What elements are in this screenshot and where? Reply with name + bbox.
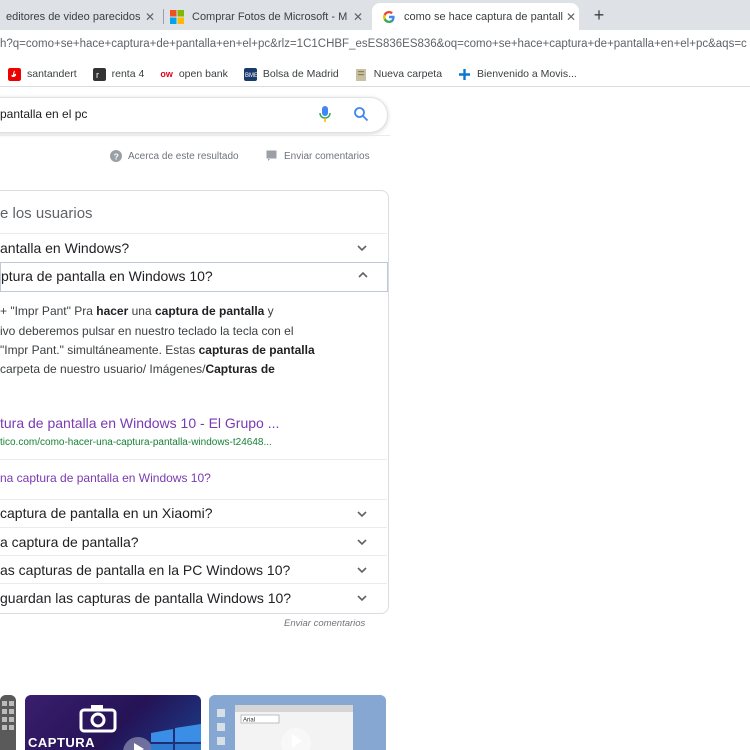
video-thumbnail[interactable]: CAPTURA — [25, 695, 201, 750]
chevron-down-icon — [357, 245, 367, 252]
close-icon[interactable]: ✕ — [350, 10, 366, 24]
video-thumbnail[interactable] — [0, 695, 16, 750]
bookmark-openbank[interactable]: ow open bank — [160, 68, 228, 80]
question-row[interactable]: as capturas de pantalla en la PC Windows… — [0, 555, 387, 584]
svg-text:BME: BME — [245, 73, 257, 79]
google-icon — [383, 10, 395, 23]
question-row-expanded[interactable]: ptura de pantalla en Windows 10? — [0, 262, 388, 292]
search-bar-divider — [0, 135, 390, 136]
movistar-icon — [459, 68, 471, 80]
camera-icon — [79, 705, 117, 733]
svg-text:?: ? — [114, 151, 119, 161]
windows-logo-icon — [151, 724, 201, 750]
search-more-link[interactable]: na captura de pantalla en Windows 10? — [0, 471, 211, 485]
url-text[interactable]: h?q=como+se+hace+captura+de+pantalla+en+… — [0, 38, 747, 50]
send-feedback-link[interactable]: Enviar comentarios — [284, 151, 370, 162]
chevron-down-icon — [357, 595, 367, 602]
microphone-icon[interactable] — [318, 105, 332, 123]
new-tab-button[interactable]: + — [590, 4, 608, 26]
help-icon: ? — [110, 150, 122, 162]
answer-line: + "Impr Pant" Pra hacer una captura de p… — [0, 304, 274, 318]
tab-captura-pantalla[interactable]: como se hace captura de pantalla ✕ — [372, 3, 579, 30]
bookmark-bolsa-madrid[interactable]: BME Bolsa de Madrid — [243, 67, 339, 81]
folder-icon — [355, 68, 366, 81]
bookmark-movistar[interactable]: Bienvenido a Movis... — [458, 68, 577, 81]
answer-line: "Impr Pant." simultáneamente. Estas capt… — [0, 343, 315, 357]
people-also-ask-heading: e los usuarios — [0, 205, 93, 222]
about-result-link[interactable]: Acerca de este resultado — [128, 151, 239, 162]
tab-video-editors[interactable]: editores de video parecidos a ✕ — [0, 3, 158, 30]
search-input[interactable]: pantalla en el pc — [0, 107, 87, 121]
renta4-icon: r — [92, 67, 106, 81]
question-row[interactable]: antalla en Windows? — [0, 233, 387, 262]
video-thumbnail[interactable]: Arial — [209, 695, 386, 750]
result-url[interactable]: tico.com/como-hacer-una-captura-pantalla… — [0, 437, 272, 448]
tab-divider — [163, 9, 164, 24]
feedback-icon — [266, 150, 277, 161]
question-row[interactable]: guardan las capturas de pantalla Windows… — [0, 583, 387, 612]
bookmark-nueva-carpeta[interactable]: Nueva carpeta — [355, 68, 442, 81]
tab-microsoft-photos[interactable]: Comprar Fotos de Microsoft - M ✕ — [170, 3, 366, 30]
bookmark-santander[interactable]: santandert — [8, 67, 77, 81]
svg-text:r: r — [96, 70, 99, 80]
answer-line: ivo deberemos pulsar en nuestro teclado … — [0, 324, 294, 338]
divider — [0, 459, 387, 460]
close-icon[interactable]: ✕ — [142, 10, 158, 24]
question-row[interactable]: a captura de pantalla? — [0, 527, 387, 556]
chevron-down-icon — [357, 539, 367, 546]
result-title-link[interactable]: tura de pantalla en Windows 10 - El Grup… — [0, 415, 279, 431]
play-icon[interactable] — [279, 723, 313, 750]
santander-icon — [8, 67, 21, 81]
chevron-down-icon — [357, 511, 367, 518]
bolsa-icon: BME — [243, 67, 257, 81]
send-feedback-link[interactable]: Enviar comentarios — [284, 618, 365, 629]
answer-line: carpeta de nuestro usuario/ Imágenes/Cap… — [0, 362, 275, 376]
svg-text:Arial: Arial — [243, 718, 255, 724]
close-icon[interactable]: ✕ — [563, 10, 579, 24]
openbank-icon: ow — [160, 69, 173, 79]
chevron-up-icon — [358, 271, 368, 278]
keyboard-image — [0, 695, 16, 750]
question-row[interactable]: captura de pantalla en un Xiaomi? — [0, 499, 387, 528]
chevron-down-icon — [357, 567, 367, 574]
video-caption: CAPTURA — [28, 735, 96, 750]
bookmark-renta4[interactable]: r renta 4 — [92, 67, 144, 81]
bookmarks-bar: santandert r renta 4 ow open bank BME Bo… — [0, 62, 750, 87]
search-icon[interactable] — [353, 106, 369, 122]
microsoft-icon — [170, 9, 184, 24]
